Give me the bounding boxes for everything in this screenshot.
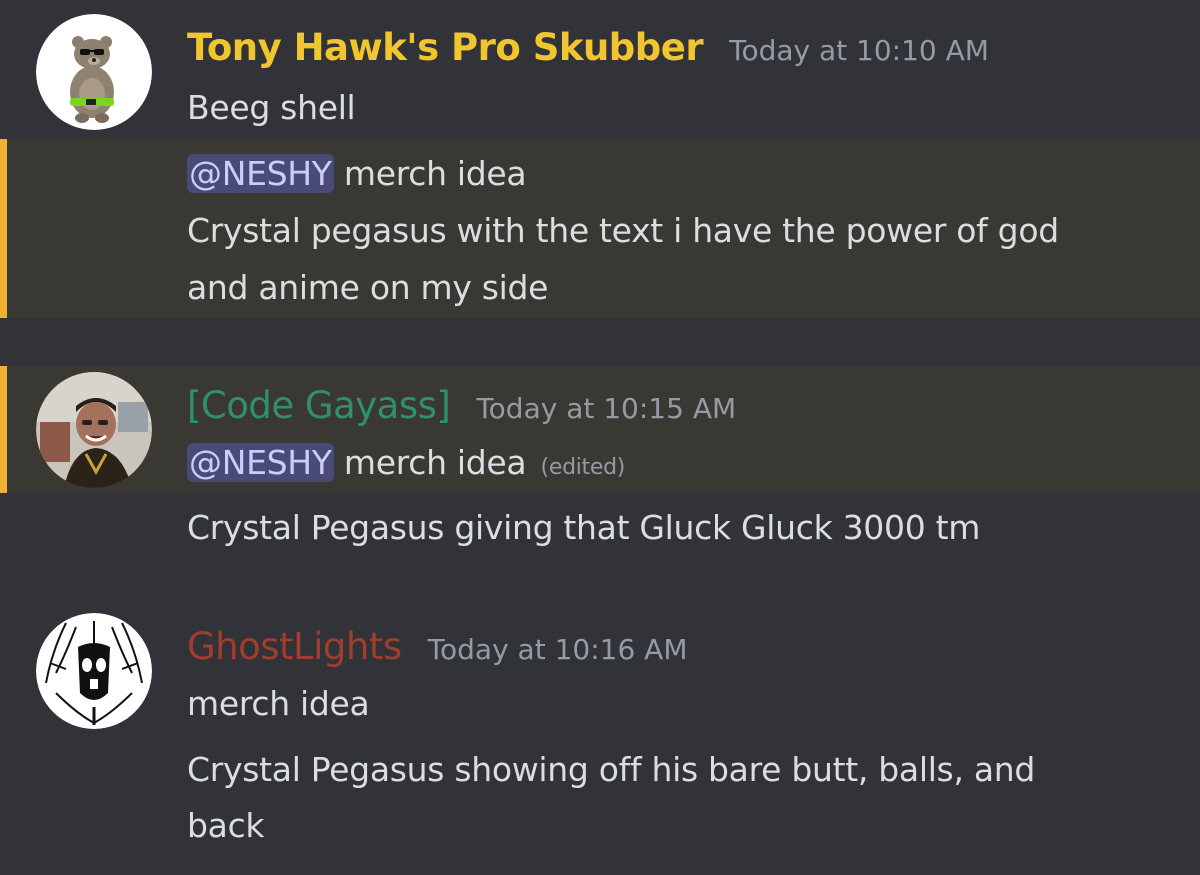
timestamp: Today at 10:10 AM — [729, 34, 989, 67]
edited-label: (edited) — [540, 455, 626, 480]
message-text: Crystal Pegasus showing off his bare but… — [187, 750, 1036, 789]
message-text-span: merch idea — [343, 443, 527, 482]
tribal-mask-icon — [36, 613, 152, 729]
message-text: @NESHY merch idea — [187, 146, 527, 202]
message-text-span: merch idea — [343, 154, 527, 193]
message-text: Crystal pegasus with the text i have the… — [187, 211, 1059, 250]
timestamp: Today at 10:15 AM — [476, 392, 737, 425]
user-mention[interactable]: @NESHY — [187, 443, 334, 482]
message-header: Tony Hawk's Pro Skubber Today at 10:10 A… — [187, 26, 989, 69]
avatar[interactable] — [36, 613, 152, 729]
message-text: back — [187, 806, 265, 845]
username[interactable]: [Code Gayass] — [187, 384, 451, 427]
message-header: GhostLights Today at 10:16 AM — [187, 625, 688, 668]
bear-sunglasses-icon — [36, 14, 152, 130]
message-text: Beeg shell — [187, 88, 356, 127]
message-header: [Code Gayass] Today at 10:15 AM — [187, 384, 736, 427]
avatar[interactable] — [36, 372, 152, 488]
chat-message-list: Tony Hawk's Pro Skubber Today at 10:10 A… — [0, 0, 1200, 875]
username[interactable]: Tony Hawk's Pro Skubber — [187, 26, 704, 69]
person-photo-icon — [36, 372, 152, 488]
avatar[interactable] — [36, 14, 152, 130]
user-mention[interactable]: @NESHY — [187, 154, 334, 193]
message-text: Crystal Pegasus giving that Gluck Gluck … — [187, 508, 981, 547]
message-text: merch idea — [187, 684, 370, 723]
message-text: @NESHY merch idea (edited) — [187, 435, 625, 496]
timestamp: Today at 10:16 AM — [427, 633, 688, 666]
message-text: and anime on my side — [187, 268, 549, 307]
username[interactable]: GhostLights — [187, 625, 402, 668]
